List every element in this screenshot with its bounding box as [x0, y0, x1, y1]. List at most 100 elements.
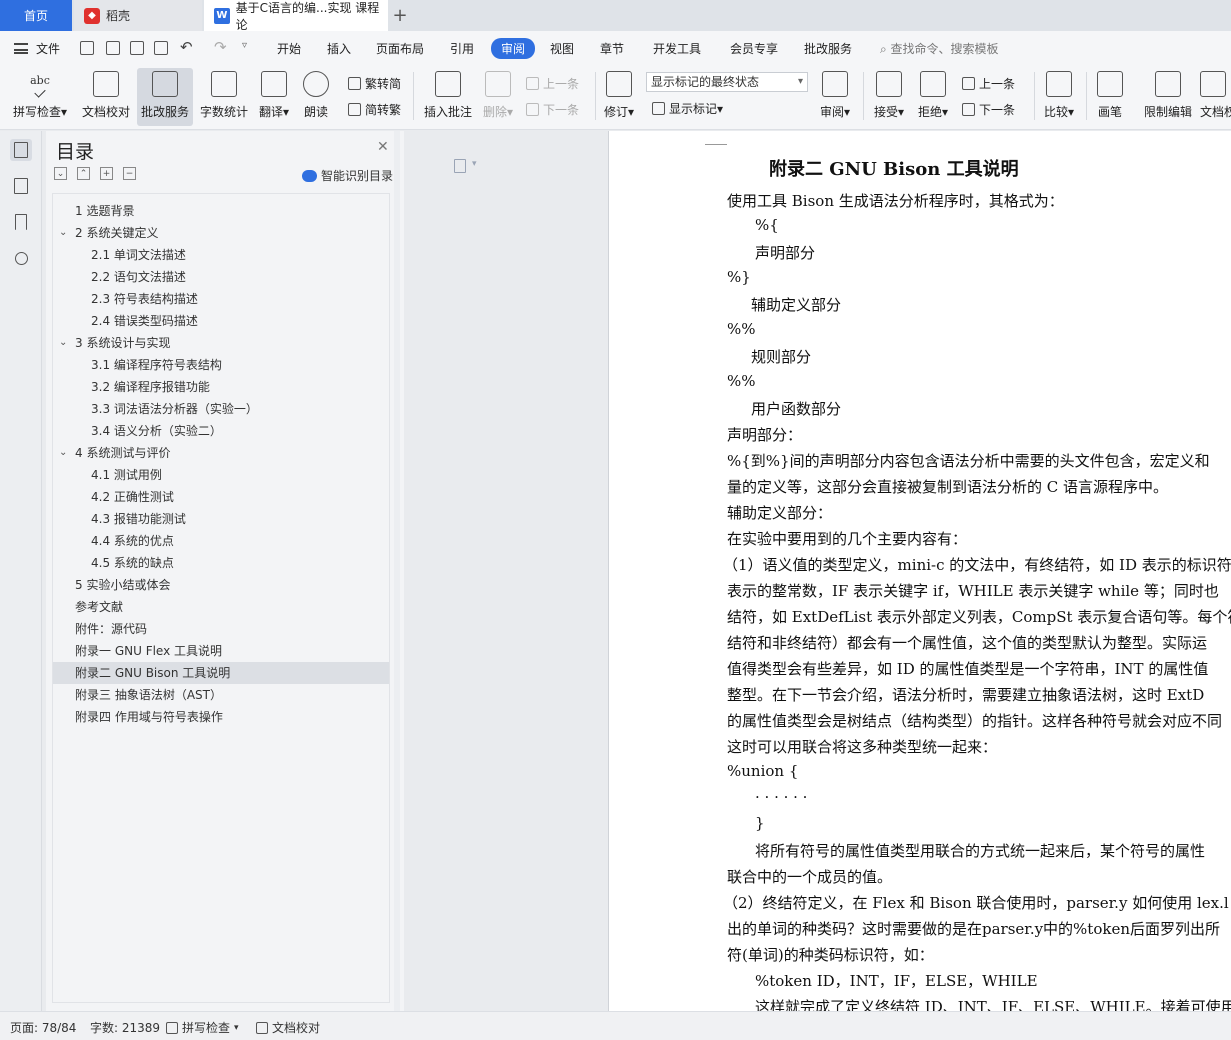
tab-document[interactable]: W 基于C语言的编...实现 课程论: [204, 0, 388, 32]
compare-button[interactable]: 比较▾: [1040, 68, 1078, 126]
correction-service-button[interactable]: 批改服务: [137, 68, 193, 126]
export-icon[interactable]: [106, 41, 120, 55]
chevron-down-icon[interactable]: ▾: [472, 159, 477, 169]
toc-item[interactable]: 1 选题背景: [53, 200, 389, 222]
toc-item[interactable]: 2.2 语句文法描述: [53, 266, 389, 288]
doc-line: %}: [727, 268, 751, 286]
undo-icon[interactable]: ↶: [180, 38, 193, 56]
reject-button[interactable]: 拒绝▾: [914, 68, 952, 126]
menu-start[interactable]: 开始: [277, 40, 301, 57]
toc-item[interactable]: 4.3 报错功能测试: [53, 508, 389, 530]
toc-pane-button[interactable]: [10, 139, 32, 161]
toc-item[interactable]: ⌄ 3 系统设计与实现: [53, 332, 389, 354]
toc-item[interactable]: 3.1 编译程序符号表结构: [53, 354, 389, 376]
track-changes-label: 修订▾: [603, 105, 635, 119]
toc-item[interactable]: 附录三 抽象语法树（AST）: [53, 684, 389, 706]
read-aloud-button[interactable]: 朗读: [298, 68, 334, 126]
toc-item[interactable]: ⌄ 2 系统关键定义: [53, 222, 389, 244]
quick-access-more-icon[interactable]: ▿: [242, 40, 247, 51]
doc-line: 辅助定义部分：: [727, 504, 833, 522]
menu-chapter[interactable]: 章节: [600, 40, 624, 57]
new-tab-button[interactable]: +: [392, 0, 408, 31]
save-icon[interactable]: [80, 41, 94, 55]
document-page[interactable]: 附录二 GNU Bison 工具说明 使用工具 Bison 生成语法分析程序时，…: [608, 131, 1231, 1011]
tab-daoke[interactable]: ◆ 稻壳: [74, 0, 202, 31]
chevron-down-icon[interactable]: ⌄: [59, 442, 67, 464]
prev-comment-button[interactable]: 上一条: [526, 75, 579, 92]
toc-item[interactable]: 3.2 编译程序报错功能: [53, 376, 389, 398]
menu-review[interactable]: 审阅: [491, 38, 536, 59]
toc-expand-all-icon[interactable]: ⌄: [54, 167, 67, 180]
toc-item-label: 附录四 作用域与符号表操作: [75, 710, 223, 724]
toc-item[interactable]: 5 实验小结或体会: [53, 574, 389, 596]
toc-item[interactable]: 3.3 词法语法分析器（实验一）: [53, 398, 389, 420]
track-changes-button[interactable]: 修订▾: [600, 68, 638, 126]
menu-insert[interactable]: 插入: [327, 40, 351, 57]
menu-correction-service[interactable]: 批改服务: [804, 40, 852, 57]
insert-comment-icon: [435, 71, 461, 97]
toc-remove-icon[interactable]: −: [123, 167, 136, 180]
page-layout-icon[interactable]: [454, 159, 466, 173]
tab-home[interactable]: 首页: [0, 0, 72, 31]
to-traditional-button[interactable]: 繁转简: [348, 75, 401, 92]
toc-item[interactable]: ⌄ 4 系统测试与评价: [53, 442, 389, 464]
toc-collapse-all-icon[interactable]: ⌃: [77, 167, 90, 180]
toc-item[interactable]: 参考文献: [53, 596, 389, 618]
word-count-button[interactable]: 字数统计: [197, 68, 251, 126]
redo-icon[interactable]: ↷: [214, 38, 227, 56]
toc-item[interactable]: 2.3 符号表结构描述: [53, 288, 389, 310]
toc-item[interactable]: 4.4 系统的优点: [53, 530, 389, 552]
toc-item[interactable]: 4.2 正确性测试: [53, 486, 389, 508]
next-comment-button[interactable]: 下一条: [526, 101, 579, 118]
menu-hamburger-icon[interactable]: [14, 43, 28, 54]
show-markup-button[interactable]: 显示标记 ▾: [652, 100, 723, 117]
menu-view[interactable]: 视图: [550, 40, 574, 57]
status-doc-proof[interactable]: 文档校对: [256, 1019, 320, 1036]
smart-toc-button[interactable]: 智能识别目录: [302, 167, 393, 184]
review-pane-button[interactable]: 审阅▾: [816, 68, 854, 126]
menu-developer-tools[interactable]: 开发工具: [653, 40, 701, 57]
status-spellcheck[interactable]: 拼写检查 ▾: [166, 1019, 239, 1036]
page-indicator[interactable]: 页面: 78/84: [10, 1019, 76, 1036]
menu-member[interactable]: 会员专享: [730, 40, 778, 57]
chapter-nav-button[interactable]: [10, 175, 32, 197]
accept-button[interactable]: 接受▾: [870, 68, 908, 126]
toc-item[interactable]: 附件：源代码: [53, 618, 389, 640]
doc-line: %{: [755, 216, 779, 234]
command-search[interactable]: ⌕ 查找命令、搜索模板: [880, 40, 999, 57]
word-count-indicator[interactable]: 字数: 21389: [90, 1019, 160, 1036]
toc-item[interactable]: 4.5 系统的缺点: [53, 552, 389, 574]
spellcheck-button[interactable]: abc 拼写检查▾: [8, 68, 72, 126]
insert-comment-button[interactable]: 插入批注: [420, 68, 476, 126]
toc-item[interactable]: 附录一 GNU Flex 工具说明: [53, 640, 389, 662]
markup-mode-select[interactable]: 显示标记的最终状态: [646, 72, 808, 92]
print-preview-icon[interactable]: [154, 41, 168, 55]
prev-change-button[interactable]: 上一条: [962, 75, 1015, 92]
panel-splitter[interactable]: [394, 131, 400, 1011]
translate-button[interactable]: 翻译▾: [256, 68, 292, 126]
delete-comment-button[interactable]: 删除▾: [480, 68, 516, 126]
pen-button[interactable]: 画笔: [1092, 68, 1128, 126]
chevron-down-icon[interactable]: ⌄: [59, 332, 67, 354]
next-change-button[interactable]: 下一条: [962, 101, 1015, 118]
close-icon[interactable]: ✕: [377, 139, 389, 155]
menu-file[interactable]: 文件: [36, 40, 60, 57]
toc-item[interactable]: 2.1 单词文法描述: [53, 244, 389, 266]
bookmark-button[interactable]: [10, 211, 32, 233]
menu-references[interactable]: 引用: [450, 40, 474, 57]
toc-add-icon[interactable]: +: [100, 167, 113, 180]
toc-item[interactable]: 附录二 GNU Bison 工具说明: [53, 662, 389, 684]
doc-proof-button[interactable]: 文档校对: [78, 68, 134, 126]
chevron-down-icon[interactable]: ⌄: [59, 222, 67, 244]
toc-item[interactable]: 2.4 错误类型码描述: [53, 310, 389, 332]
toc-item[interactable]: 4.1 测试用例: [53, 464, 389, 486]
menu-page-layout[interactable]: 页面布局: [376, 40, 424, 57]
toc-item[interactable]: 附录四 作用域与符号表操作: [53, 706, 389, 728]
print-icon[interactable]: [130, 41, 144, 55]
restrict-edit-button[interactable]: 限制编辑: [1140, 68, 1196, 126]
toc-item[interactable]: 3.4 语义分析（实验二）: [53, 420, 389, 442]
doc-permission-button[interactable]: 文档权: [1200, 68, 1231, 126]
to-simplified-button[interactable]: 简转繁: [348, 101, 401, 118]
find-button[interactable]: [10, 247, 32, 269]
doc-line: 联合中的一个成员的值。: [727, 868, 893, 886]
